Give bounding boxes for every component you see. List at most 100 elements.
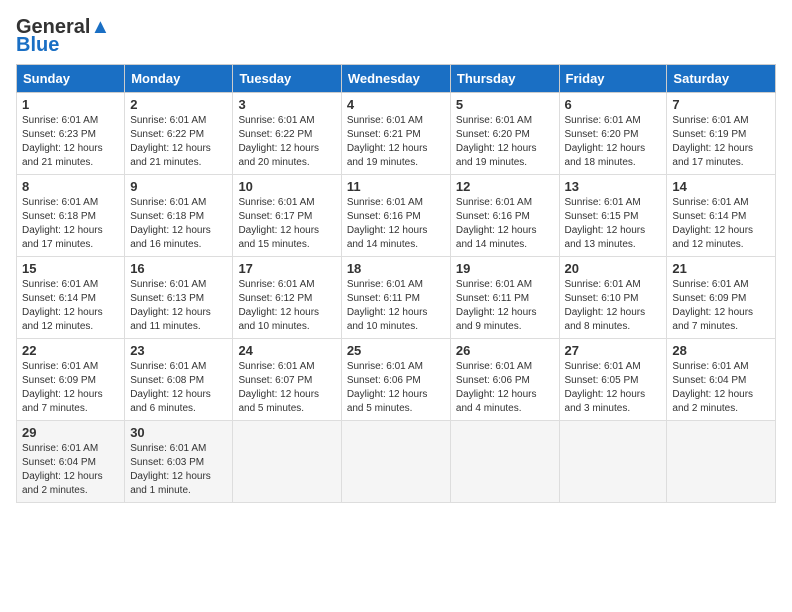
day-info: Sunrise: 6:01 AM Sunset: 6:06 PM Dayligh… — [456, 360, 554, 416]
col-header-wednesday: Wednesday — [341, 65, 450, 93]
calendar-cell: 24 Sunrise: 6:01 AM Sunset: 6:07 PM Dayli… — [233, 339, 341, 421]
day-info: Sunrise: 6:01 AM Sunset: 6:19 PM Dayligh… — [672, 114, 770, 170]
day-number: 1 — [22, 97, 119, 112]
day-info: Sunrise: 6:01 AM Sunset: 6:07 PM Dayligh… — [238, 360, 335, 416]
day-number: 13 — [565, 179, 662, 194]
day-info: Sunrise: 6:01 AM Sunset: 6:12 PM Dayligh… — [238, 278, 335, 334]
calendar-cell: 23 Sunrise: 6:01 AM Sunset: 6:08 PM Dayli… — [125, 339, 233, 421]
day-info: Sunrise: 6:01 AM Sunset: 6:15 PM Dayligh… — [565, 196, 662, 252]
calendar-cell: 6 Sunrise: 6:01 AM Sunset: 6:20 PM Daylig… — [559, 93, 667, 175]
calendar-cell: 4Sunrise: 6:01 AM Sunset: 6:21 PM Daylig… — [341, 93, 450, 175]
calendar-cell: 14Sunrise: 6:01 AM Sunset: 6:14 PM Dayli… — [667, 175, 776, 257]
day-number: 11 — [347, 179, 445, 194]
day-number: 19 — [456, 261, 554, 276]
calendar-week-3: 15 Sunrise: 6:01 AM Sunset: 6:14 PM Dayli… — [17, 257, 776, 339]
calendar-cell: 15 Sunrise: 6:01 AM Sunset: 6:14 PM Dayli… — [17, 257, 125, 339]
calendar-cell: 11 Sunrise: 6:01 AM Sunset: 6:16 PM Dayli… — [341, 175, 450, 257]
calendar-cell: 8Sunrise: 6:01 AM Sunset: 6:18 PM Daylig… — [17, 175, 125, 257]
day-info: Sunrise: 6:01 AM Sunset: 6:16 PM Dayligh… — [456, 196, 554, 252]
day-number: 29 — [22, 425, 119, 440]
day-info: Sunrise: 6:01 AM Sunset: 6:20 PM Dayligh… — [565, 114, 662, 170]
calendar-cell: 2Sunrise: 6:01 AM Sunset: 6:22 PM Daylig… — [125, 93, 233, 175]
calendar-cell: 21Sunrise: 6:01 AM Sunset: 6:09 PM Dayli… — [667, 257, 776, 339]
calendar-cell: 3 Sunrise: 6:01 AM Sunset: 6:22 PM Daylig… — [233, 93, 341, 175]
day-info: Sunrise: 6:01 AM Sunset: 6:09 PM Dayligh… — [22, 360, 119, 416]
calendar-cell: 10Sunrise: 6:01 AM Sunset: 6:17 PM Dayli… — [233, 175, 341, 257]
col-header-sunday: Sunday — [17, 65, 125, 93]
day-number: 5 — [456, 97, 554, 112]
day-info: Sunrise: 6:01 AM Sunset: 6:05 PM Dayligh… — [565, 360, 662, 416]
calendar-cell: 1 Sunrise: 6:01 AM Sunset: 6:23 PM Daylig… — [17, 93, 125, 175]
calendar-cell: 13 Sunrise: 6:01 AM Sunset: 6:15 PM Dayli… — [559, 175, 667, 257]
calendar-cell: 29 Sunrise: 6:01 AM Sunset: 6:04 PM Dayli… — [17, 421, 125, 503]
day-info: Sunrise: 6:01 AM Sunset: 6:18 PM Dayligh… — [130, 196, 227, 252]
day-number: 25 — [347, 343, 445, 358]
day-number: 22 — [22, 343, 119, 358]
calendar-cell: 26 Sunrise: 6:01 AM Sunset: 6:06 PM Dayli… — [450, 339, 559, 421]
day-number: 8 — [22, 179, 119, 194]
calendar-cell: 22 Sunrise: 6:01 AM Sunset: 6:09 PM Dayli… — [17, 339, 125, 421]
day-info: Sunrise: 6:01 AM Sunset: 6:22 PM Dayligh… — [238, 114, 335, 170]
day-number: 21 — [672, 261, 770, 276]
day-info: Sunrise: 6:01 AM Sunset: 6:21 PM Dayligh… — [347, 114, 445, 170]
day-number: 20 — [565, 261, 662, 276]
calendar-cell: 5 Sunrise: 6:01 AM Sunset: 6:20 PM Daylig… — [450, 93, 559, 175]
day-number: 6 — [565, 97, 662, 112]
day-info: Sunrise: 6:01 AM Sunset: 6:11 PM Dayligh… — [456, 278, 554, 334]
day-number: 27 — [565, 343, 662, 358]
col-header-thursday: Thursday — [450, 65, 559, 93]
col-header-tuesday: Tuesday — [233, 65, 341, 93]
day-info: Sunrise: 6:01 AM Sunset: 6:23 PM Dayligh… — [22, 114, 119, 170]
day-info: Sunrise: 6:01 AM Sunset: 6:14 PM Dayligh… — [22, 278, 119, 334]
day-number: 24 — [238, 343, 335, 358]
calendar-cell — [667, 421, 776, 503]
calendar-cell: 18 Sunrise: 6:01 AM Sunset: 6:11 PM Dayli… — [341, 257, 450, 339]
day-number: 30 — [130, 425, 227, 440]
calendar-week-1: 1 Sunrise: 6:01 AM Sunset: 6:23 PM Daylig… — [17, 93, 776, 175]
day-info: Sunrise: 6:01 AM Sunset: 6:11 PM Dayligh… — [347, 278, 445, 334]
day-number: 15 — [22, 261, 119, 276]
day-info: Sunrise: 6:01 AM Sunset: 6:04 PM Dayligh… — [22, 442, 119, 498]
calendar-cell — [559, 421, 667, 503]
day-info: Sunrise: 6:01 AM Sunset: 6:22 PM Dayligh… — [130, 114, 227, 170]
day-number: 10 — [238, 179, 335, 194]
day-number: 14 — [672, 179, 770, 194]
calendar-week-5: 29 Sunrise: 6:01 AM Sunset: 6:04 PM Dayli… — [17, 421, 776, 503]
day-number: 18 — [347, 261, 445, 276]
day-info: Sunrise: 6:01 AM Sunset: 6:06 PM Dayligh… — [347, 360, 445, 416]
day-number: 17 — [238, 261, 335, 276]
calendar-cell: 19 Sunrise: 6:01 AM Sunset: 6:11 PM Dayli… — [450, 257, 559, 339]
calendar-cell — [341, 421, 450, 503]
day-info: Sunrise: 6:01 AM Sunset: 6:03 PM Dayligh… — [130, 442, 227, 498]
day-info: Sunrise: 6:01 AM Sunset: 6:08 PM Dayligh… — [130, 360, 227, 416]
day-number: 9 — [130, 179, 227, 194]
logo-blue: Blue — [16, 34, 110, 56]
logo: General▲ Blue — [16, 16, 110, 56]
col-header-monday: Monday — [125, 65, 233, 93]
day-number: 7 — [672, 97, 770, 112]
calendar-table: SundayMondayTuesdayWednesdayThursdayFrid… — [16, 64, 776, 503]
calendar-cell: 28 Sunrise: 6:01 AM Sunset: 6:04 PM Dayli… — [667, 339, 776, 421]
day-number: 16 — [130, 261, 227, 276]
col-header-saturday: Saturday — [667, 65, 776, 93]
day-info: Sunrise: 6:01 AM Sunset: 6:20 PM Dayligh… — [456, 114, 554, 170]
day-number: 12 — [456, 179, 554, 194]
day-number: 23 — [130, 343, 227, 358]
calendar-week-2: 8 Sunrise: 6:01 AM Sunset: 6:18 PM Daylig… — [17, 175, 776, 257]
day-number: 3 — [238, 97, 335, 112]
calendar-cell: 25 Sunrise: 6:01 AM Sunset: 6:06 PM Dayli… — [341, 339, 450, 421]
day-info: Sunrise: 6:01 AM Sunset: 6:04 PM Dayligh… — [672, 360, 770, 416]
page-header: General▲ Blue — [16, 16, 776, 56]
calendar-cell: 9 Sunrise: 6:01 AM Sunset: 6:18 PM Daylig… — [125, 175, 233, 257]
calendar-week-4: 22 Sunrise: 6:01 AM Sunset: 6:09 PM Dayli… — [17, 339, 776, 421]
calendar-cell: 20Sunrise: 6:01 AM Sunset: 6:10 PM Dayli… — [559, 257, 667, 339]
calendar-cell: 16 Sunrise: 6:01 AM Sunset: 6:13 PM Dayli… — [125, 257, 233, 339]
day-info: Sunrise: 6:01 AM Sunset: 6:16 PM Dayligh… — [347, 196, 445, 252]
calendar-cell — [450, 421, 559, 503]
calendar-cell: 27 Sunrise: 6:01 AM Sunset: 6:05 PM Dayli… — [559, 339, 667, 421]
day-info: Sunrise: 6:01 AM Sunset: 6:13 PM Dayligh… — [130, 278, 227, 334]
calendar-cell — [233, 421, 341, 503]
day-number: 26 — [456, 343, 554, 358]
calendar-cell: 30 Sunrise: 6:01 AM Sunset: 6:03 PM Dayli… — [125, 421, 233, 503]
day-number: 28 — [672, 343, 770, 358]
